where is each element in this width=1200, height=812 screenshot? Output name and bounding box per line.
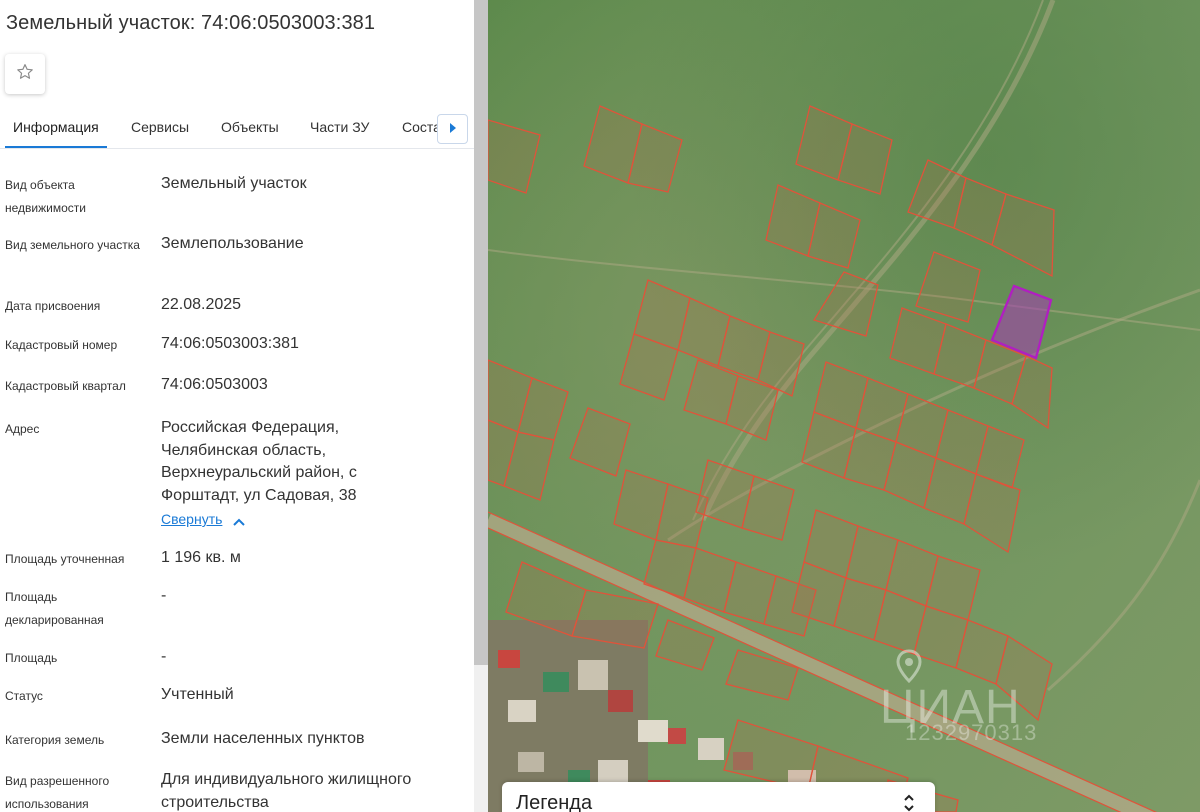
favorite-button[interactable] [5, 54, 45, 94]
star-outline-icon [15, 62, 35, 87]
satellite-map[interactable] [488, 0, 1200, 812]
map-view[interactable] [488, 0, 1200, 812]
info-value: 74:06:0503003:381 [161, 335, 299, 352]
info-label: Дата присвоения [5, 299, 101, 313]
info-value: Землепользование [161, 235, 304, 252]
info-label: Вид разрешенного использования [5, 774, 110, 811]
tab-bar: Информация Сервисы Объекты Части ЗУ Сост… [0, 108, 474, 149]
tab-services[interactable]: Сервисы [131, 119, 189, 135]
info-value: 1 196 кв. м [161, 549, 241, 566]
info-label: Площадь [5, 651, 58, 665]
tab-information[interactable]: Информация [13, 119, 99, 135]
map-pin-icon [896, 649, 922, 684]
info-label: Кадастровый квартал [5, 379, 126, 393]
active-tab-indicator [5, 146, 107, 148]
info-value: - [161, 648, 167, 665]
info-label: Площадь декларированная [5, 590, 104, 627]
legend-panel[interactable]: Легенда [502, 782, 935, 812]
info-label: Кадастровый номер [5, 338, 118, 352]
caret-right-icon [449, 120, 457, 138]
panel-scrollbar-thumb[interactable] [474, 0, 488, 665]
tab-objects[interactable]: Объекты [221, 119, 279, 135]
address-value: Российская Федерация, Челябинская област… [161, 419, 357, 504]
chevron-up-icon[interactable] [232, 514, 246, 526]
info-value: Земельный участок [161, 175, 307, 192]
info-value: Земли населенных пунктов [161, 730, 365, 747]
collapse-link[interactable]: Свернуть [161, 511, 222, 527]
info-value: Учтенный [161, 686, 234, 703]
info-label: Адрес [5, 422, 40, 436]
unfold-icon[interactable] [903, 793, 915, 812]
info-panel: Земельный участок: 74:06:0503003:381 Инф… [0, 0, 474, 812]
tabs-scroll-right-button[interactable] [437, 114, 468, 144]
tab-composition[interactable]: Соста [402, 119, 441, 135]
info-label: Вид объекта недвижимости [5, 178, 86, 215]
legend-label: Легенда [516, 792, 593, 812]
info-label: Статус [5, 689, 43, 703]
info-value: 22.08.2025 [161, 296, 242, 313]
info-value: 74:06:0503003 [161, 376, 268, 393]
info-value: Для индивидуального жилищного строительс… [161, 771, 412, 811]
watermark-id: 1232970313 [905, 720, 1038, 745]
info-label: Вид земельного участка [5, 238, 140, 252]
info-value: - [161, 587, 167, 604]
tab-land-parts[interactable]: Части ЗУ [310, 119, 369, 135]
page-title: Земельный участок: 74:06:0503003:381 [6, 12, 376, 34]
info-label: Категория земель [5, 733, 105, 747]
info-label: Площадь уточненная [5, 552, 125, 566]
